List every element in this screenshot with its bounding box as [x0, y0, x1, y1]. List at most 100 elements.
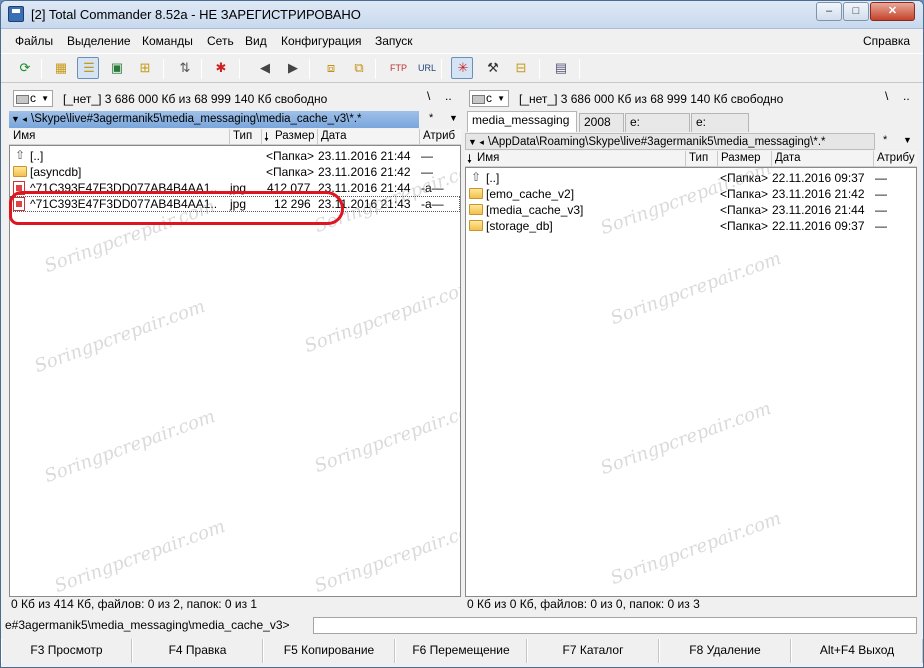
tab-e-drive[interactable]: e:: [691, 113, 749, 132]
left-up-button[interactable]: ..: [445, 89, 452, 103]
watermark: Soringpcrepair.com: [597, 397, 775, 480]
file-name: [..]: [486, 171, 500, 185]
right-col-type[interactable]: Тип: [689, 152, 708, 164]
f3-view-button[interactable]: F3 Просмотр: [1, 639, 132, 663]
file-attr: -a—: [421, 197, 444, 211]
menu-configuration[interactable]: Конфигурация: [281, 34, 362, 48]
menu-network[interactable]: Сеть: [207, 34, 234, 48]
file-attr: —: [875, 171, 887, 185]
left-status: 0 Кб из 414 Кб, файлов: 0 из 2, папок: 0…: [11, 597, 258, 611]
menu-files[interactable]: Файлы: [15, 34, 53, 48]
watermark: Soringpcrepair.com: [41, 405, 219, 488]
window-title: [2] Total Commander 8.52a - НЕ ЗАРЕГИСТР…: [31, 7, 361, 22]
right-drive-select[interactable]: c: [469, 90, 509, 107]
refresh-icon[interactable]: ⟳: [13, 57, 35, 79]
file-attr: —: [875, 187, 887, 201]
file-date: 23.11.2016 21:43: [318, 197, 411, 211]
title-bar[interactable]: [2] Total Commander 8.52a - НЕ ЗАРЕГИСТР…: [1, 1, 923, 29]
f5-copy-button[interactable]: F5 Копирование: [263, 639, 395, 663]
history-icon[interactable]: ▼ ◂: [468, 134, 484, 150]
col-separator: [229, 129, 230, 145]
menu-view[interactable]: Вид: [245, 34, 267, 48]
file-date: 23.11.2016 21:44: [318, 181, 411, 195]
watermark: Soringpcrepair.com: [31, 295, 209, 378]
minimize-button[interactable]: –: [816, 2, 842, 21]
file-size: <Папка>: [720, 203, 768, 217]
right-hotlist-star[interactable]: *: [883, 134, 887, 146]
right-tab-strip: media_messaging 2008 e: e:: [467, 111, 917, 133]
list-item[interactable]: ^71C393E47F3DD077AB4B4AA1.. jpg 12 296 2…: [10, 196, 460, 212]
ftp-icon[interactable]: FTP: [385, 57, 407, 79]
file-size: <Папка>: [720, 171, 768, 185]
list-item[interactable]: ⇧ [..] <Папка> 22.11.2016 09:37 —: [466, 170, 916, 186]
menu-bar: Файлы Выделение Команды Сеть Вид Конфигу…: [1, 31, 923, 51]
function-key-bar: F3 Просмотр F4 Правка F5 Копирование F6 …: [1, 639, 923, 665]
right-root-button[interactable]: \: [885, 89, 888, 103]
tree-view-icon[interactable]: ⊞: [133, 57, 155, 79]
left-root-button[interactable]: \: [427, 89, 430, 103]
left-col-date[interactable]: Дата: [321, 130, 346, 142]
left-col-size[interactable]: Размер: [275, 130, 315, 142]
url-icon[interactable]: URL: [413, 57, 436, 79]
f7-mkdir-button[interactable]: F7 Каталог: [527, 639, 659, 663]
list-item[interactable]: ⇧ [..] <Папка> 23.11.2016 21:44 —: [10, 148, 460, 164]
tab-e-drive[interactable]: e:: [625, 113, 690, 132]
list-item[interactable]: [storage_db] <Папка> 22.11.2016 09:37 —: [466, 218, 916, 234]
left-file-list[interactable]: ⇧ [..] <Папка> 23.11.2016 21:44 — [async…: [9, 145, 461, 597]
left-path-text: \Skype\live#3agermanik5\media_messaging\…: [31, 113, 362, 125]
tab-2008[interactable]: 2008: [579, 113, 624, 132]
left-hotlist-star[interactable]: *: [429, 112, 433, 124]
select-group-icon[interactable]: ✱: [209, 57, 231, 79]
left-path-bar[interactable]: ▼ ◂ \Skype\live#3agermanik5\media_messag…: [9, 111, 419, 128]
list-item[interactable]: [media_cache_v3] <Папка> 23.11.2016 21:4…: [466, 202, 916, 218]
exit-button[interactable]: Alt+F4 Выход: [791, 639, 923, 663]
jpg-icon: [13, 197, 25, 211]
full-view-icon[interactable]: ☰: [77, 57, 99, 79]
left-drive-select[interactable]: c: [13, 90, 53, 107]
left-col-name[interactable]: Имя: [13, 130, 35, 142]
up-icon: ⇧: [470, 170, 482, 184]
file-name: ^71C393E47F3DD077AB4B4AA1..: [30, 197, 218, 211]
multi-rename-icon[interactable]: ⚒: [481, 57, 503, 79]
f8-delete-button[interactable]: F8 Удаление: [659, 639, 791, 663]
menu-selection[interactable]: Выделение: [67, 34, 131, 48]
notepad-icon[interactable]: ▤: [549, 57, 571, 79]
search-files-icon[interactable]: ✳: [451, 57, 473, 79]
right-file-list[interactable]: ⇧ [..] <Папка> 22.11.2016 09:37 — [emo_c…: [465, 167, 917, 597]
right-col-size[interactable]: Размер: [721, 152, 761, 164]
maximize-button[interactable]: □: [843, 2, 869, 21]
left-col-attr[interactable]: Атриб: [423, 130, 455, 142]
menu-help[interactable]: Справка: [863, 34, 910, 48]
brief-view-icon[interactable]: ▦: [49, 57, 71, 79]
invert-selection-icon[interactable]: ⇅: [173, 57, 195, 79]
left-history-dropdown[interactable]: ▼: [449, 113, 458, 123]
unpack-icon[interactable]: ⧉: [347, 57, 369, 79]
forward-arrow-icon[interactable]: ▶: [281, 57, 303, 79]
pack-icon[interactable]: ⧈: [319, 57, 341, 79]
file-attr: -a—: [421, 181, 444, 195]
command-input[interactable]: [313, 617, 917, 634]
sync-dirs-icon[interactable]: ⊟: [509, 57, 531, 79]
right-col-date[interactable]: Дата: [775, 152, 800, 164]
f6-move-button[interactable]: F6 Перемещение: [395, 639, 527, 663]
close-button[interactable]: ✕: [870, 2, 915, 21]
up-icon: ⇧: [14, 148, 26, 162]
right-col-name[interactable]: Имя: [477, 152, 499, 164]
list-item[interactable]: [asyncdb] <Папка> 23.11.2016 21:42 —: [10, 164, 460, 180]
left-col-type[interactable]: Тип: [233, 130, 252, 142]
right-history-dropdown[interactable]: ▼: [903, 135, 912, 145]
right-up-button[interactable]: ..: [903, 89, 910, 103]
thumbnails-icon[interactable]: ▣: [105, 57, 127, 79]
list-item[interactable]: ^71C393E47F3DD077AB4B4AA1.. jpg 412 077 …: [10, 180, 460, 196]
left-drive-bar: c [_нет_] 3 686 000 Кб из 68 999 140 Кб …: [9, 87, 461, 109]
file-attr: —: [875, 203, 887, 217]
back-arrow-icon[interactable]: ◀: [253, 57, 275, 79]
tab-media-messaging[interactable]: media_messaging: [467, 111, 577, 132]
f4-edit-button[interactable]: F4 Правка: [132, 639, 263, 663]
menu-launch[interactable]: Запуск: [375, 34, 413, 48]
right-col-attr[interactable]: Атрибу: [877, 152, 915, 164]
right-path-bar[interactable]: ▼ ◂ \AppData\Roaming\Skype\live#3agerman…: [465, 133, 875, 150]
history-icon[interactable]: ▼ ◂: [11, 111, 27, 127]
menu-commands[interactable]: Команды: [142, 34, 193, 48]
list-item[interactable]: [emo_cache_v2] <Папка> 23.11.2016 21:42 …: [466, 186, 916, 202]
